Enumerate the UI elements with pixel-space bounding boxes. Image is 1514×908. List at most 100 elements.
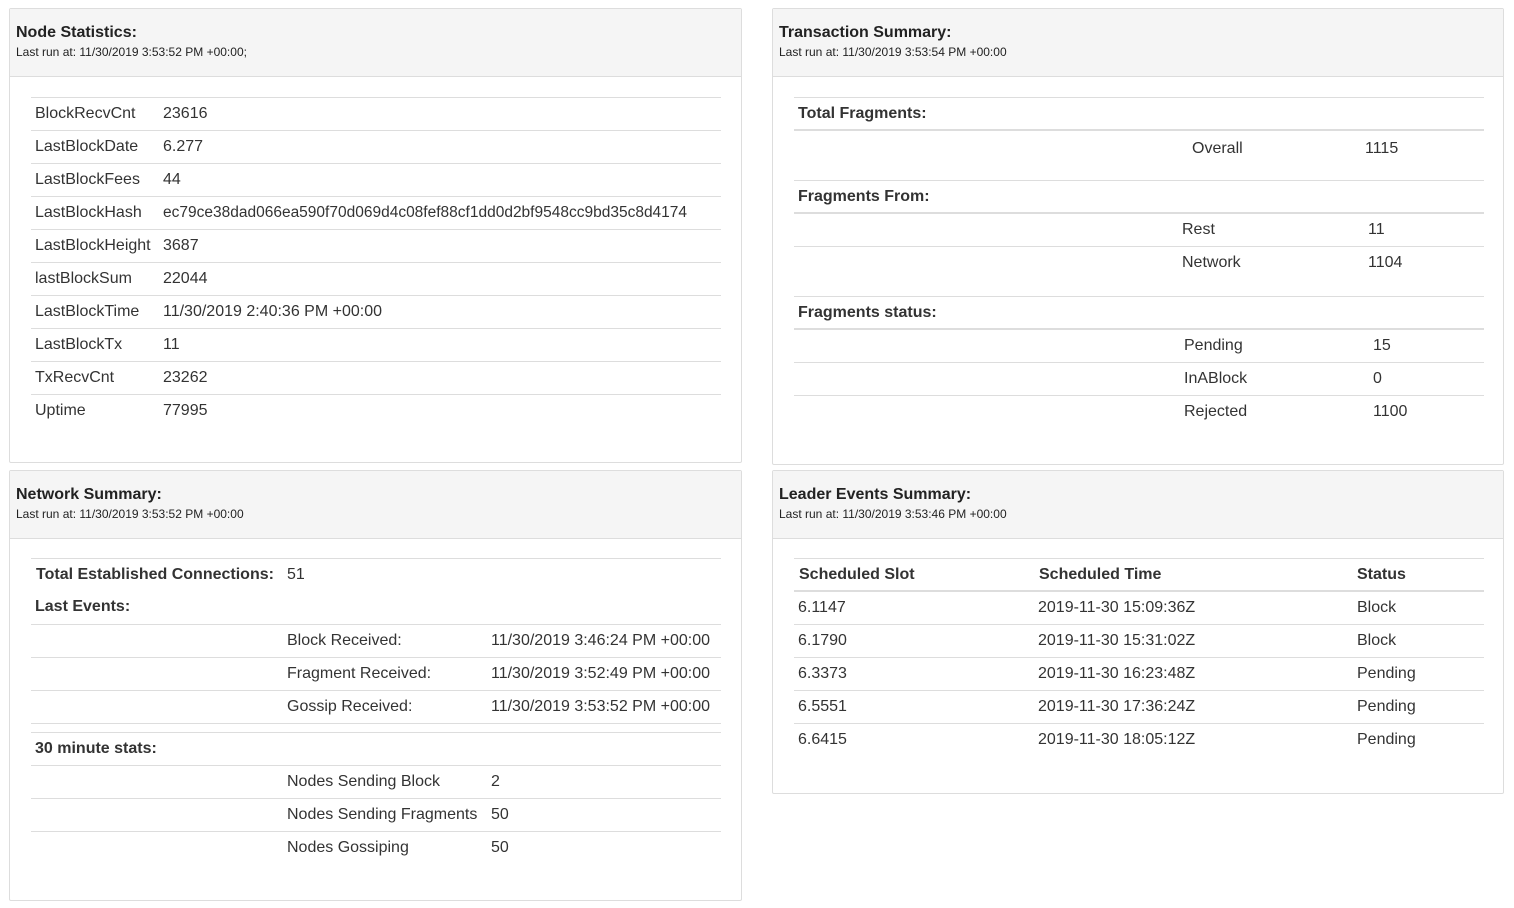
- fragments-from-source: Network: [1182, 254, 1241, 271]
- table-row: BlockRecvCnt 23616: [31, 97, 721, 130]
- total-connections-label: Total Established Connections:: [36, 566, 274, 583]
- transaction-summary-title: Transaction Summary:: [779, 24, 952, 41]
- stat-key: LastBlockHeight: [35, 237, 151, 254]
- table-row: LastBlockDate 6.277: [31, 130, 721, 163]
- table-row: Rest 11: [794, 212, 1484, 245]
- event-label: Gossip Received:: [287, 698, 413, 715]
- table-row: Block Received: 11/30/2019 3:46:24 PM +0…: [31, 624, 721, 657]
- table-row: 6.5551 2019-11-30 17:36:24Z Pending: [794, 690, 1484, 723]
- table-row: lastBlockSum 22044: [31, 262, 721, 295]
- thirty-minute-stats-label: 30 minute stats:: [35, 740, 157, 757]
- stat-key: LastBlockHash: [35, 204, 142, 221]
- table-row: TxRecvCnt 23262: [31, 361, 721, 394]
- scheduled-slot: 6.1790: [798, 632, 847, 649]
- scheduled-time: 2019-11-30 15:09:36Z: [1038, 599, 1196, 616]
- event-status: Pending: [1357, 731, 1416, 748]
- table-row: LastBlockFees 44: [31, 163, 721, 196]
- fragment-status-name: Pending: [1184, 337, 1243, 354]
- fragment-status-count: 0: [1373, 370, 1382, 387]
- event-status: Block: [1357, 599, 1397, 616]
- stat-value: 3687: [163, 237, 199, 254]
- node-statistics-last-run: Last run at: 11/30/2019 3:53:52 PM +00:0…: [16, 45, 247, 59]
- fragments-from-count: 11: [1368, 221, 1385, 238]
- stat-key: Uptime: [35, 402, 86, 419]
- table-row: Gossip Received: 11/30/2019 3:53:52 PM +…: [31, 690, 721, 723]
- stat-value: 50: [491, 806, 509, 823]
- event-time: 11/30/2019 3:53:52 PM +00:00: [491, 698, 710, 715]
- table-row: Fragment Received: 11/30/2019 3:52:49 PM…: [31, 657, 721, 690]
- stat-value: 23616: [163, 105, 208, 122]
- event-label: Fragment Received:: [287, 665, 432, 682]
- scheduled-slot: 6.5551: [798, 698, 847, 715]
- stat-key: BlockRecvCnt: [35, 105, 136, 122]
- fragment-status-count: 15: [1373, 337, 1391, 354]
- stat-key: LastBlockFees: [35, 171, 140, 188]
- leader-events-heading: Leader Events Summary: Last run at: 11/3…: [773, 471, 1503, 539]
- table-row: Network 1104: [794, 246, 1484, 296]
- transaction-summary-heading: Transaction Summary: Last run at: 11/30/…: [773, 9, 1503, 77]
- table-row: LastBlockTx 11: [31, 328, 721, 361]
- table-row: 6.1790 2019-11-30 15:31:02Z Block: [794, 624, 1484, 657]
- event-time: 11/30/2019 3:46:24 PM +00:00: [491, 632, 710, 649]
- table-row: Uptime 77995: [31, 394, 721, 427]
- stat-value: 44: [163, 171, 181, 188]
- column-header-slot: Scheduled Slot: [799, 566, 915, 583]
- stat-value: 11: [163, 336, 180, 353]
- stat-value: 77995: [163, 402, 208, 419]
- network-summary-heading: Network Summary: Last run at: 11/30/2019…: [10, 471, 741, 539]
- stat-label: Nodes Sending Block: [287, 773, 440, 790]
- last-events-label: Last Events:: [35, 598, 131, 615]
- scheduled-slot: 6.1147: [798, 599, 846, 616]
- event-status: Pending: [1357, 698, 1416, 715]
- event-label: Block Received:: [287, 632, 402, 649]
- section-header: Fragments From:: [794, 180, 1484, 213]
- section-header: Fragments status:: [794, 296, 1484, 329]
- table-row: Rejected 1100: [794, 395, 1484, 428]
- stat-key: LastBlockTime: [35, 303, 140, 320]
- fragments-from-source: Rest: [1182, 221, 1215, 238]
- stat-value: 6.277: [163, 138, 204, 155]
- fragments-from-count: 1104: [1368, 254, 1403, 271]
- network-summary-title: Network Summary:: [16, 486, 162, 503]
- event-status: Pending: [1357, 665, 1416, 682]
- fragments-from-label: Fragments From:: [798, 188, 930, 205]
- table-row: 6.6415 2019-11-30 18:05:12Z Pending: [794, 723, 1484, 756]
- network-summary-last-run: Last run at: 11/30/2019 3:53:52 PM +00:0…: [16, 507, 244, 521]
- event-status: Block: [1357, 632, 1397, 649]
- column-header-time: Scheduled Time: [1039, 566, 1162, 583]
- stat-key: LastBlockDate: [35, 138, 139, 155]
- overall-value: 1115: [1365, 140, 1399, 157]
- table-row: Total Established Connections: 51: [31, 558, 721, 591]
- section-header: Last Events:: [31, 591, 721, 624]
- stat-key: LastBlockTx: [35, 336, 123, 353]
- leader-events-panel: Leader Events Summary: Last run at: 11/3…: [772, 470, 1504, 794]
- section-header: Total Fragments:: [794, 97, 1484, 130]
- stat-label: Nodes Sending Fragments: [287, 806, 478, 823]
- stat-value: 22044: [163, 270, 208, 287]
- section-header: 30 minute stats:: [31, 732, 721, 765]
- fragment-status-name: InABlock: [1184, 370, 1248, 387]
- stat-value: 2: [491, 773, 500, 790]
- table-row: InABlock 0: [794, 362, 1484, 395]
- node-statistics-title: Node Statistics:: [16, 24, 137, 41]
- table-row: Nodes Sending Fragments 50: [31, 798, 721, 831]
- scheduled-slot: 6.6415: [798, 731, 847, 748]
- total-fragments-label: Total Fragments:: [798, 105, 927, 122]
- stat-key: TxRecvCnt: [35, 369, 115, 386]
- total-connections-value: 51: [287, 566, 305, 583]
- transaction-summary-panel: Transaction Summary: Last run at: 11/30/…: [772, 8, 1504, 465]
- table-row: Pending 15: [794, 328, 1484, 361]
- table-row: Nodes Gossiping 50: [31, 831, 721, 864]
- scheduled-time: 2019-11-30 16:23:48Z: [1038, 665, 1196, 682]
- event-time: 11/30/2019 3:52:49 PM +00:00: [491, 665, 710, 682]
- fragments-status-label: Fragments status:: [798, 304, 937, 321]
- scheduled-slot: 6.3373: [798, 665, 847, 682]
- stat-key: lastBlockSum: [35, 270, 132, 287]
- table-row: LastBlockTime 11/30/2019 2:40:36 PM +00:…: [31, 295, 721, 328]
- node-statistics-heading: Node Statistics: Last run at: 11/30/2019…: [10, 9, 741, 77]
- stat-value: 23262: [163, 369, 208, 386]
- table-row: 6.1147 2019-11-30 15:09:36Z Block: [794, 590, 1484, 623]
- network-summary-panel: Network Summary: Last run at: 11/30/2019…: [9, 470, 742, 901]
- stat-value: 11/30/2019 2:40:36 PM +00:00: [163, 303, 382, 320]
- scheduled-time: 2019-11-30 15:31:02Z: [1038, 632, 1196, 649]
